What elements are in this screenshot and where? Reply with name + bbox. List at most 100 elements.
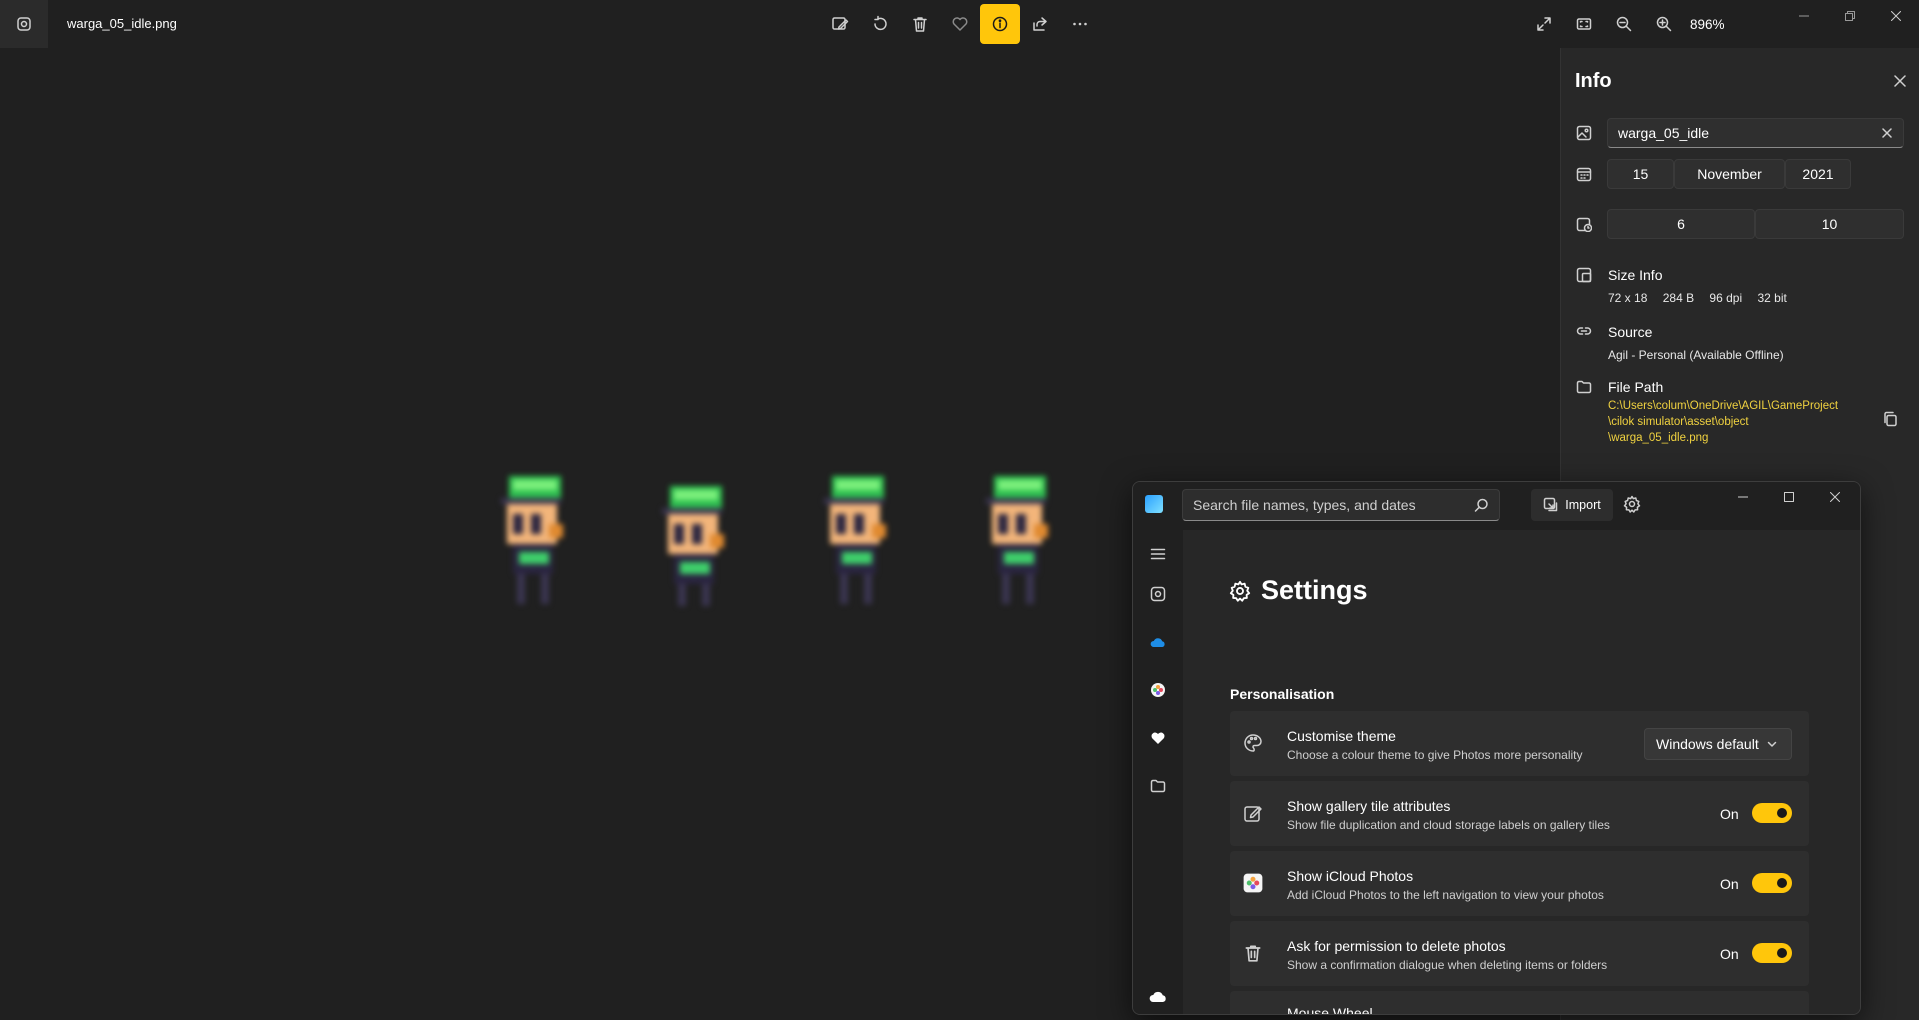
settings-title-bar: Search file names, types, and dates Impo… <box>1133 482 1860 530</box>
card-description: Show file duplication and cloud storage … <box>1287 818 1610 832</box>
sprite-frame <box>986 476 1048 604</box>
edit-icon <box>1242 802 1264 824</box>
sprite-frame <box>662 486 724 606</box>
copy-path-button[interactable] <box>1879 408 1901 430</box>
card-description: Choose a colour theme to give Photos mor… <box>1287 748 1583 762</box>
nav-gallery[interactable] <box>1142 578 1174 610</box>
zoom-level[interactable]: 896% <box>1690 17 1725 32</box>
close-info-button[interactable] <box>1889 70 1911 92</box>
image-dimensions: 72 x 18 <box>1608 291 1648 305</box>
file-path-link[interactable]: C:\Users\colum\OneDrive\AGIL\GameProject… <box>1608 398 1858 446</box>
copy-icon <box>1884 411 1897 427</box>
share-button[interactable] <box>1020 4 1060 44</box>
clock-icon <box>1574 214 1594 234</box>
toggle-state-label: On <box>1720 876 1739 892</box>
info-button[interactable] <box>980 4 1020 44</box>
gallery-tile-attributes-toggle[interactable] <box>1752 803 1792 823</box>
customise-theme-card: Customise theme Choose a colour theme to… <box>1230 711 1809 776</box>
more-options-button[interactable] <box>1060 4 1100 44</box>
import-button[interactable]: Import <box>1531 489 1613 521</box>
search-icon[interactable] <box>1474 498 1489 513</box>
file-name-input[interactable]: warga_05_idle <box>1607 118 1904 148</box>
info-panel-title: Info <box>1575 70 1612 92</box>
nav-icloud-photos[interactable] <box>1142 674 1174 706</box>
heart-icon <box>1151 732 1165 744</box>
fullscreen-button[interactable] <box>1524 4 1564 44</box>
icloud-photos-card: Show iCloud Photos Add iCloud Photos to … <box>1230 851 1809 916</box>
edit-icon <box>832 17 849 30</box>
delete-button[interactable] <box>900 4 940 44</box>
nav-onedrive[interactable] <box>1142 626 1174 658</box>
time-hour-field[interactable]: 6 <box>1607 209 1755 239</box>
file-path-line: \warga_05_idle.png <box>1608 432 1709 444</box>
card-title: Show iCloud Photos <box>1287 868 1414 884</box>
delete-permission-card: Ask for permission to delete photos Show… <box>1230 921 1809 986</box>
info-icon <box>992 16 1008 32</box>
photos-app-icon[interactable] <box>0 0 48 48</box>
minimize-icon <box>1799 15 1809 17</box>
edit-image-button[interactable] <box>820 4 860 44</box>
minimize-button[interactable] <box>1781 2 1827 30</box>
file-name-title: warga_05_idle.png <box>67 16 177 31</box>
fit-to-window-button[interactable] <box>1564 4 1604 44</box>
rotate-button[interactable] <box>860 4 900 44</box>
trash-icon <box>913 17 927 32</box>
toggle-state-label: On <box>1720 946 1739 962</box>
settings-maximize-button[interactable] <box>1767 484 1811 510</box>
cloud-storage-button[interactable] <box>1142 980 1174 1012</box>
settings-close-button[interactable] <box>1813 484 1857 510</box>
source-label: Source <box>1608 324 1653 340</box>
zoom-out-icon <box>1616 16 1632 32</box>
date-day-field[interactable]: 15 <box>1607 159 1674 189</box>
mouse-wheel-card: Mouse Wheel <box>1230 991 1809 1015</box>
close-icon <box>1894 75 1906 87</box>
favorite-button[interactable] <box>940 4 980 44</box>
source-value: Agil - Personal (Available Offline) <box>1608 348 1784 362</box>
minimize-icon <box>1738 496 1748 498</box>
calendar-icon <box>1574 164 1594 184</box>
link-icon <box>1574 321 1594 341</box>
icloud-photos-icon <box>1151 683 1165 697</box>
folder-icon <box>1574 377 1594 397</box>
zoom-in-button[interactable] <box>1644 4 1684 44</box>
image-icon <box>1574 123 1594 143</box>
file-size: 284 B <box>1662 291 1695 305</box>
chevron-down-icon <box>1767 741 1776 747</box>
settings-content: Settings Personalisation Customise theme… <box>1183 530 1860 1014</box>
photos-settings-window: Search file names, types, and dates Impo… <box>1132 481 1861 1015</box>
folder-icon <box>1150 779 1166 793</box>
search-input[interactable]: Search file names, types, and dates <box>1182 489 1500 521</box>
viewer-image[interactable] <box>482 468 1082 628</box>
import-label: Import <box>1565 498 1601 512</box>
theme-dropdown[interactable]: Windows default <box>1644 728 1792 760</box>
clear-name-button[interactable] <box>1879 125 1895 141</box>
title-bar: warga_05_idle.png 896% <box>0 0 1919 48</box>
nav-favorites[interactable] <box>1142 722 1174 754</box>
gear-icon[interactable] <box>1623 495 1641 513</box>
size-icon <box>1574 265 1594 285</box>
hamburger-menu-button[interactable] <box>1142 538 1174 570</box>
settings-minimize-button[interactable] <box>1721 484 1765 510</box>
card-title: Ask for permission to delete photos <box>1287 938 1506 954</box>
icloud-photos-toggle[interactable] <box>1752 873 1792 893</box>
date-year-field[interactable]: 2021 <box>1785 159 1851 189</box>
rotate-icon <box>874 15 887 31</box>
search-placeholder: Search file names, types, and dates <box>1193 497 1416 513</box>
nav-folders[interactable] <box>1142 770 1174 802</box>
sprite-frame <box>824 476 886 604</box>
close-icon <box>1891 11 1901 21</box>
card-title: Mouse Wheel <box>1287 1005 1373 1015</box>
bit-depth: 32 bit <box>1757 291 1787 305</box>
delete-permission-toggle[interactable] <box>1752 943 1792 963</box>
date-month-field[interactable]: November <box>1674 159 1785 189</box>
theme-selected-value: Windows default <box>1656 736 1759 752</box>
zoom-out-button[interactable] <box>1604 4 1644 44</box>
heart-icon <box>952 17 968 31</box>
time-minute-field[interactable]: 10 <box>1755 209 1904 239</box>
card-description: Show a confirmation dialogue when deleti… <box>1287 958 1608 972</box>
photos-app-icon <box>1145 495 1163 513</box>
gallery-tile-attributes-card: Show gallery tile attributes Show file d… <box>1230 781 1809 846</box>
close-window-button[interactable] <box>1873 2 1919 30</box>
restore-button[interactable] <box>1827 2 1873 30</box>
file-path-line: C:\Users\colum\OneDrive\AGIL\GameProject <box>1608 400 1839 412</box>
